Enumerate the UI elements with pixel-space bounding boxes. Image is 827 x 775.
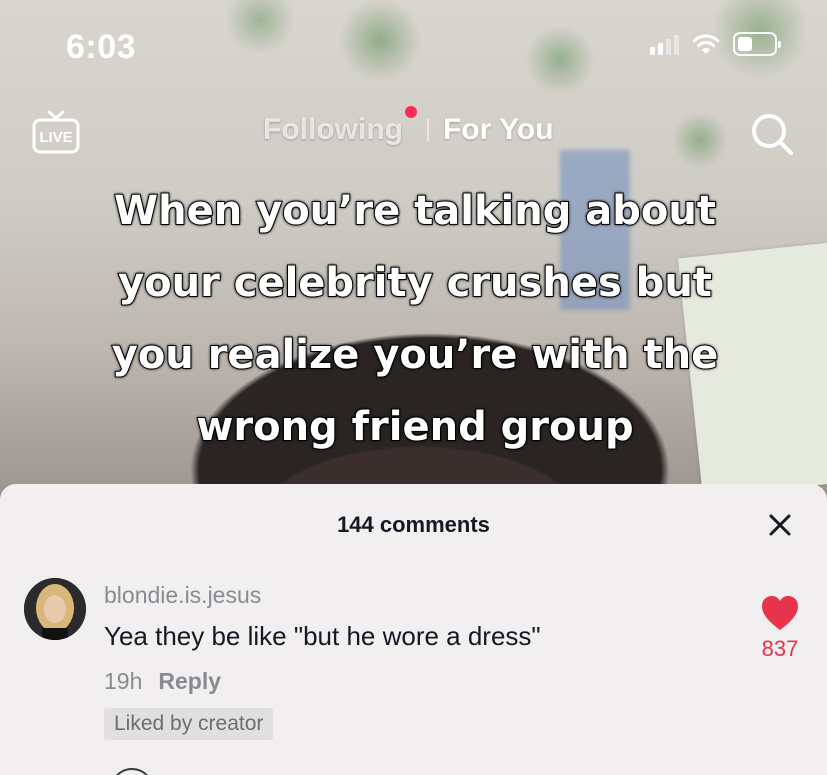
status-time: 6:03: [66, 28, 137, 66]
comment-username[interactable]: blondie.is.jesus: [104, 582, 261, 609]
search-icon: [752, 114, 793, 155]
live-label: LIVE: [39, 129, 72, 146]
caption-line: your celebrity crushes but: [117, 259, 713, 307]
feed-tabs: Following For You: [263, 106, 554, 147]
caption-line: When you’re talking about: [113, 187, 717, 235]
notification-dot: [404, 106, 417, 118]
tab-following[interactable]: Following: [263, 113, 403, 147]
search-button[interactable]: [750, 112, 794, 156]
reply-button[interactable]: Reply: [158, 668, 221, 695]
close-icon: [769, 514, 791, 536]
user-avatar-image: [24, 578, 86, 640]
like-count: 837: [761, 636, 799, 661]
next-comment-avatar[interactable]: [110, 768, 154, 775]
battery-icon: [733, 32, 781, 56]
cellular-signal-icon: [650, 33, 679, 55]
video-caption: When you’re talking about your celebrity…: [60, 175, 770, 463]
liked-by-creator-badge: Liked by creator: [104, 708, 274, 740]
tiktok-screen: 6:03 LIVE Following For You When you’re …: [0, 0, 827, 775]
comments-count-title: 144 comments: [337, 512, 490, 537]
close-comments-button[interactable]: [766, 511, 794, 539]
tab-divider: [426, 119, 429, 141]
wifi-icon: [692, 34, 720, 54]
avatar[interactable]: [24, 578, 86, 640]
live-button[interactable]: LIVE: [30, 108, 82, 158]
comments-sheet: 144 comments blondie.is.jesus Yea they b…: [0, 484, 827, 775]
comment-meta: 19h Reply: [104, 668, 221, 695]
like-button[interactable]: [760, 594, 800, 632]
live-tv-icon: LIVE: [32, 110, 80, 154]
caption-line: wrong friend group: [195, 403, 634, 451]
status-icons: [650, 32, 781, 56]
tab-for-you[interactable]: For You: [443, 113, 554, 147]
comment-time: 19h: [104, 668, 143, 694]
heart-icon: [762, 596, 798, 630]
caption-line: you realize you’re with the: [111, 331, 719, 379]
comment-text: Yea they be like "but he wore a dress": [104, 621, 541, 651]
